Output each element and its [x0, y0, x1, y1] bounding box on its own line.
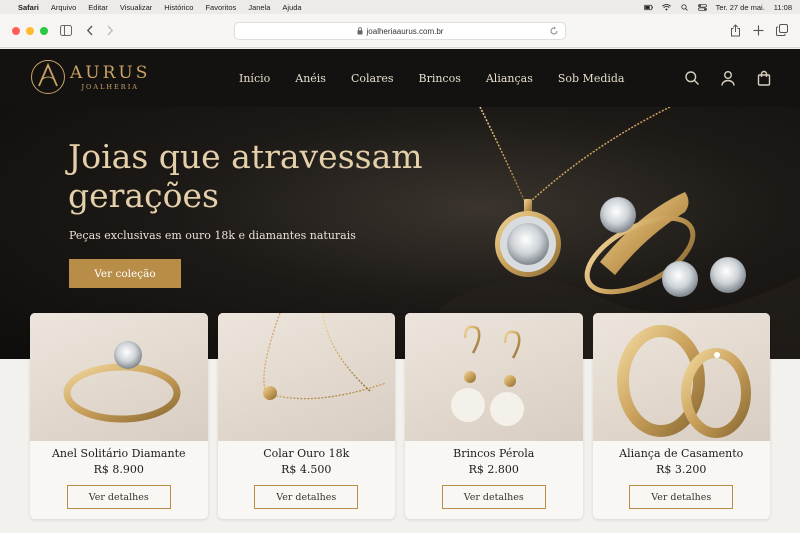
ring-image-icon [63, 341, 181, 423]
product-name: Aliança de Casamento [619, 447, 744, 460]
earrings-image-icon [451, 325, 524, 426]
brand-name: AURUS [70, 62, 151, 83]
view-details-button[interactable]: Ver detalhes [441, 485, 546, 509]
search-menubar-icon[interactable] [680, 3, 689, 11]
forward-icon[interactable] [106, 25, 114, 36]
menu-arquivo[interactable]: Arquivo [51, 3, 76, 12]
product-price: R$ 3.200 [656, 463, 707, 476]
lock-icon [357, 27, 363, 35]
product-price: R$ 2.800 [468, 463, 519, 476]
product-grid: Anel Solitário Diamante R$ 8.900 Ver det… [30, 313, 770, 523]
brand-subtitle: JOALHERIA [81, 82, 139, 91]
product-card[interactable]: Brincos Pérola R$ 2.800 Ver detalhes [405, 313, 583, 519]
window-controls [12, 26, 48, 35]
menu-janela[interactable]: Janela [248, 3, 270, 12]
nav-inicio[interactable]: Início [239, 72, 270, 85]
site-header: AURUS JOALHERIA Início Anéis Colares Bri… [0, 49, 800, 107]
product-name: Brincos Pérola [453, 447, 535, 460]
hero-title: Joias que atravessam gerações [68, 137, 423, 215]
wedding-bands-image-icon [616, 325, 751, 438]
control-center-icon[interactable] [697, 3, 707, 11]
view-details-button[interactable]: Ver detalhes [254, 485, 359, 509]
product-image-earrings [405, 313, 583, 441]
main-nav: Início Anéis Colares Brincos Alianças So… [230, 49, 650, 107]
product-image-ring [30, 313, 208, 441]
nav-colares[interactable]: Colares [351, 72, 394, 85]
shopping-bag-icon[interactable] [756, 70, 772, 86]
wifi-icon[interactable] [661, 3, 671, 11]
close-window-button[interactable] [12, 26, 20, 35]
menubar-date[interactable]: Ter. 27 de mai. [716, 3, 765, 12]
address-bar[interactable]: joalheriaaurus.com.br [234, 22, 566, 40]
hero-subtitle: Peças exclusivas em ouro 18k e diamantes… [69, 229, 356, 242]
zoom-window-button[interactable] [40, 26, 48, 35]
menu-app-safari[interactable]: Safari [18, 3, 39, 12]
product-image-necklace [217, 313, 395, 441]
nav-sob-medida[interactable]: Sob Medida [558, 72, 625, 85]
product-price: R$ 4.500 [281, 463, 332, 476]
menu-favoritos[interactable]: Favoritos [205, 3, 236, 12]
menubar-time[interactable]: 11:08 [774, 3, 792, 12]
menu-visualizar[interactable]: Visualizar [120, 3, 152, 12]
nav-aliancas[interactable]: Alianças [486, 72, 533, 85]
view-collection-button[interactable]: Ver coleção [69, 259, 181, 288]
battery-icon[interactable] [643, 4, 653, 11]
sidebar-icon[interactable] [60, 25, 72, 36]
product-card[interactable]: Aliança de Casamento R$ 3.200 Ver detalh… [592, 313, 770, 519]
product-card[interactable]: Anel Solitário Diamante R$ 8.900 Ver det… [30, 313, 208, 519]
macos-menubar: Safari Arquivo Editar Visualizar Históri… [0, 0, 800, 14]
brand-logo[interactable]: AURUS JOALHERIA [30, 59, 150, 95]
search-icon[interactable] [684, 70, 700, 86]
nav-aneis[interactable]: Anéis [295, 72, 326, 85]
product-name: Anel Solitário Diamante [51, 447, 186, 460]
url-text: joalheriaaurus.com.br [366, 26, 444, 36]
necklace-image-icon [262, 313, 386, 400]
reload-icon[interactable] [549, 26, 559, 36]
browser-toolbar: joalheriaaurus.com.br [0, 14, 800, 48]
logo-mark-icon [31, 60, 65, 94]
share-icon[interactable] [730, 24, 741, 37]
tab-overview-icon[interactable] [776, 24, 788, 36]
menu-historico[interactable]: Histórico [164, 3, 193, 12]
account-icon[interactable] [720, 70, 736, 86]
nav-brincos[interactable]: Brincos [418, 72, 460, 85]
product-price: R$ 8.900 [93, 463, 144, 476]
menu-editar[interactable]: Editar [88, 3, 108, 12]
minimize-window-button[interactable] [26, 26, 34, 35]
menu-ajuda[interactable]: Ajuda [282, 3, 301, 12]
product-name: Colar Ouro 18k [263, 447, 350, 460]
product-card[interactable]: Colar Ouro 18k R$ 4.500 Ver detalhes [217, 313, 395, 519]
view-details-button[interactable]: Ver detalhes [629, 485, 734, 509]
view-details-button[interactable]: Ver detalhes [66, 485, 171, 509]
product-image-wedding-bands [592, 313, 770, 441]
new-tab-icon[interactable] [753, 25, 764, 36]
back-icon[interactable] [86, 25, 94, 36]
